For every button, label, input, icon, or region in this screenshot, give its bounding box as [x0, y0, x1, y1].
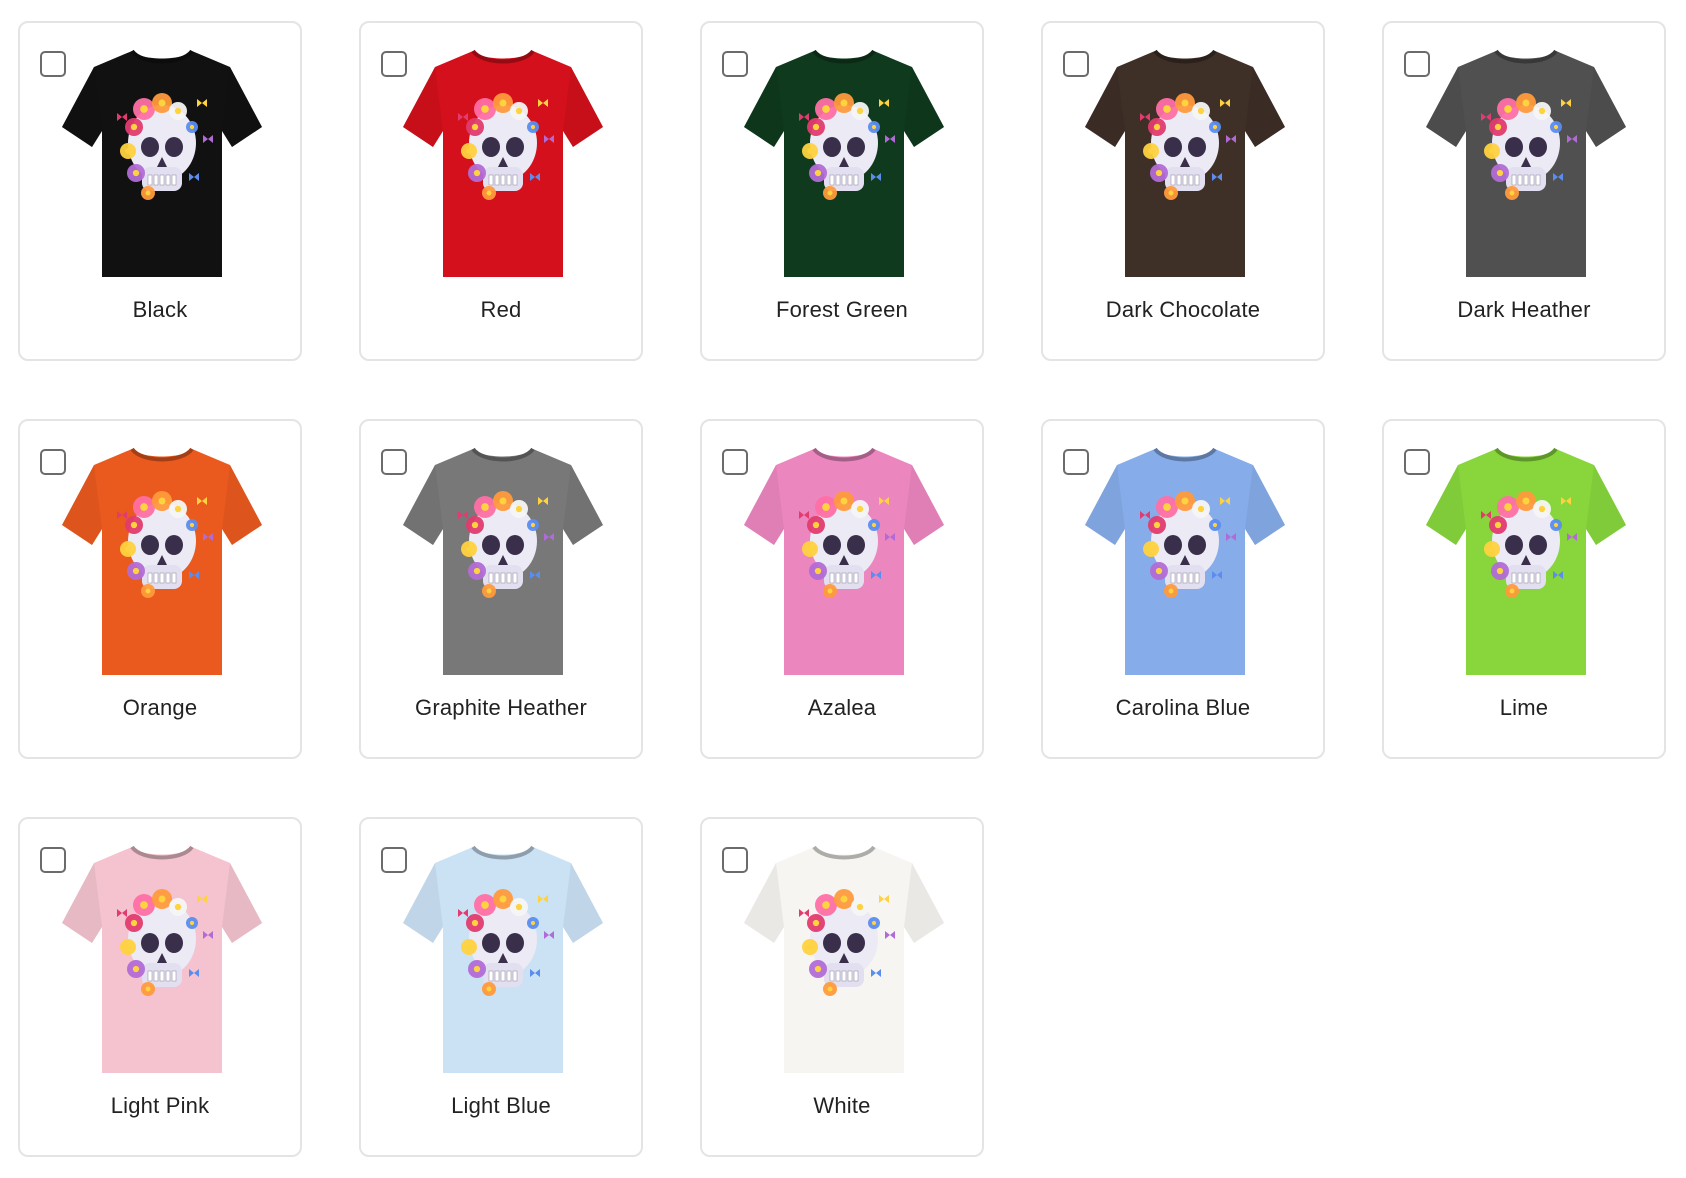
- tshirt-mockup-image: [744, 49, 944, 277]
- color-option-card[interactable]: Light Pink: [18, 817, 302, 1157]
- color-option-card[interactable]: Light Blue: [359, 817, 643, 1157]
- color-options-grid: Black Red Forest Green Dark Chocolate Dark H…: [18, 21, 1666, 1157]
- tshirt-mockup-image: [62, 447, 262, 675]
- color-option-card[interactable]: Carolina Blue: [1041, 419, 1325, 759]
- tshirt-mockup-image: [1426, 447, 1626, 675]
- color-option-label: Graphite Heather: [415, 695, 587, 720]
- color-option-card[interactable]: Lime: [1382, 419, 1666, 759]
- tshirt-mockup-image: [62, 845, 262, 1073]
- color-option-label: Black: [132, 297, 188, 322]
- color-option-card[interactable]: Red: [359, 21, 643, 361]
- color-option-label: Light Blue: [451, 1093, 551, 1118]
- color-option-card[interactable]: Orange: [18, 419, 302, 759]
- color-option-label: White: [813, 1093, 871, 1118]
- color-option-card[interactable]: Black: [18, 21, 302, 361]
- color-option-label: Lime: [1499, 695, 1549, 720]
- color-option-label: Azalea: [807, 695, 877, 720]
- tshirt-mockup-image: [744, 447, 944, 675]
- tshirt-mockup-image: [1085, 447, 1285, 675]
- color-option-label: Carolina Blue: [1115, 695, 1251, 720]
- tshirt-mockup-image: [1426, 49, 1626, 277]
- tshirt-mockup-image: [62, 49, 262, 277]
- color-option-card[interactable]: Dark Heather: [1382, 21, 1666, 361]
- color-option-label: Dark Chocolate: [1105, 297, 1261, 322]
- color-option-card[interactable]: Azalea: [700, 419, 984, 759]
- color-option-label: Orange: [122, 695, 198, 720]
- tshirt-mockup-image: [403, 845, 603, 1073]
- tshirt-mockup-image: [403, 49, 603, 277]
- color-option-card[interactable]: Forest Green: [700, 21, 984, 361]
- color-option-label: Red: [480, 297, 522, 322]
- color-option-label: Light Pink: [110, 1093, 210, 1118]
- color-option-label: Forest Green: [775, 297, 908, 322]
- color-option-card[interactable]: White: [700, 817, 984, 1157]
- tshirt-mockup-image: [1085, 49, 1285, 277]
- color-option-label: Dark Heather: [1457, 297, 1591, 322]
- color-option-card[interactable]: Dark Chocolate: [1041, 21, 1325, 361]
- tshirt-mockup-image: [403, 447, 603, 675]
- color-option-card[interactable]: Graphite Heather: [359, 419, 643, 759]
- tshirt-mockup-image: [744, 845, 944, 1073]
